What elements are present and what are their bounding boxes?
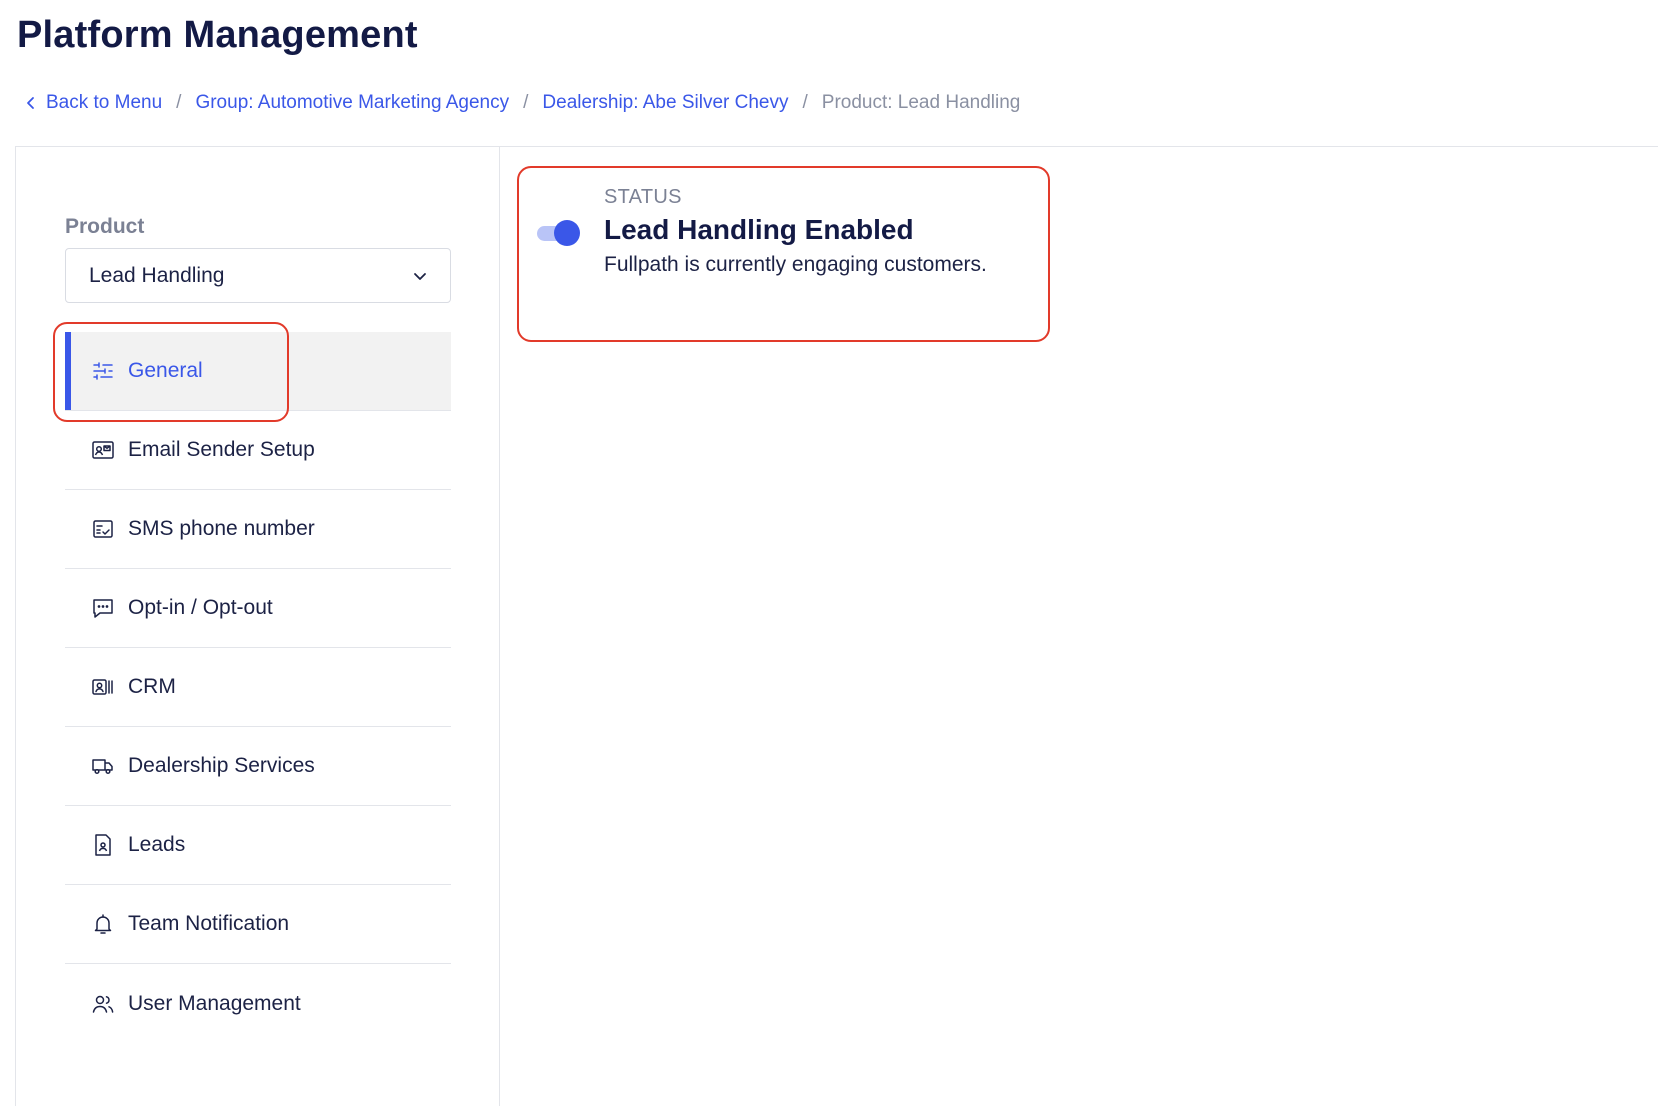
sidebar-item-dealership-services[interactable]: Dealership Services — [65, 727, 451, 806]
sidebar-item-label: CRM — [128, 675, 176, 698]
sidebar-item-label: Team Notification — [128, 912, 290, 935]
sliders-icon — [90, 358, 116, 384]
status-title: Lead Handling Enabled — [604, 214, 914, 245]
status-eyebrow: STATUS — [604, 186, 682, 208]
sidebar-item-crm[interactable]: CRM — [65, 648, 451, 727]
sidebar-item-opt-in-opt-out[interactable]: Opt-in / Opt-out — [65, 569, 451, 648]
lead-handling-toggle[interactable] — [537, 219, 581, 247]
breadcrumb: Back to Menu / Group: Automotive Marketi… — [24, 92, 1020, 114]
sidebar-item-label: Leads — [128, 833, 186, 856]
sidebar-item-sms-phone-number[interactable]: SMS phone number — [65, 490, 451, 569]
breadcrumb-group-link[interactable]: Group: Automotive Marketing Agency — [195, 92, 509, 114]
message-dots-icon — [90, 595, 116, 621]
sidebar-nav: General Email Sender Setup SMS phone num… — [65, 332, 451, 1043]
sidebar-item-email-sender-setup[interactable]: Email Sender Setup — [65, 411, 451, 490]
sidebar-item-leads[interactable]: Leads — [65, 806, 451, 885]
back-to-menu-label: Back to Menu — [46, 92, 163, 113]
product-select-value: Lead Handling — [89, 263, 225, 287]
breadcrumb-separator: / — [802, 92, 808, 113]
breadcrumb-dealership-link[interactable]: Dealership: Abe Silver Chevy — [542, 92, 788, 114]
breadcrumb-separator: / — [523, 92, 529, 113]
id-card-mail-icon — [90, 437, 116, 463]
sidebar-item-label: Opt-in / Opt-out — [128, 596, 273, 619]
product-label: Product — [65, 215, 145, 238]
bell-icon — [90, 911, 116, 937]
back-to-menu-link[interactable]: Back to Menu — [24, 92, 162, 114]
sidebar-item-label: Dealership Services — [128, 754, 315, 777]
breadcrumb-separator: / — [176, 92, 182, 113]
sidebar-item-user-management[interactable]: User Management — [65, 964, 451, 1043]
sidebar-item-label: User Management — [128, 991, 301, 1015]
chevron-left-icon — [27, 97, 34, 109]
sidebar-item-label: Email Sender Setup — [128, 438, 315, 461]
chevron-down-icon — [414, 272, 426, 280]
toggle-knob — [554, 220, 580, 246]
document-user-icon — [90, 832, 116, 858]
users-icon — [90, 991, 116, 1017]
sidebar-item-team-notification[interactable]: Team Notification — [65, 885, 451, 964]
sidebar-item-label: SMS phone number — [128, 517, 315, 540]
status-description: Fullpath is currently engaging customers… — [604, 253, 987, 276]
truck-icon — [90, 753, 116, 779]
product-select[interactable]: Lead Handling — [65, 248, 451, 303]
sidebar-item-label: General — [128, 359, 203, 382]
checklist-icon — [90, 516, 116, 542]
contact-book-icon — [90, 674, 116, 700]
breadcrumb-current: Product: Lead Handling — [821, 92, 1021, 113]
sidebar-item-general[interactable]: General — [65, 332, 451, 411]
page-title: Platform Management — [17, 14, 418, 56]
